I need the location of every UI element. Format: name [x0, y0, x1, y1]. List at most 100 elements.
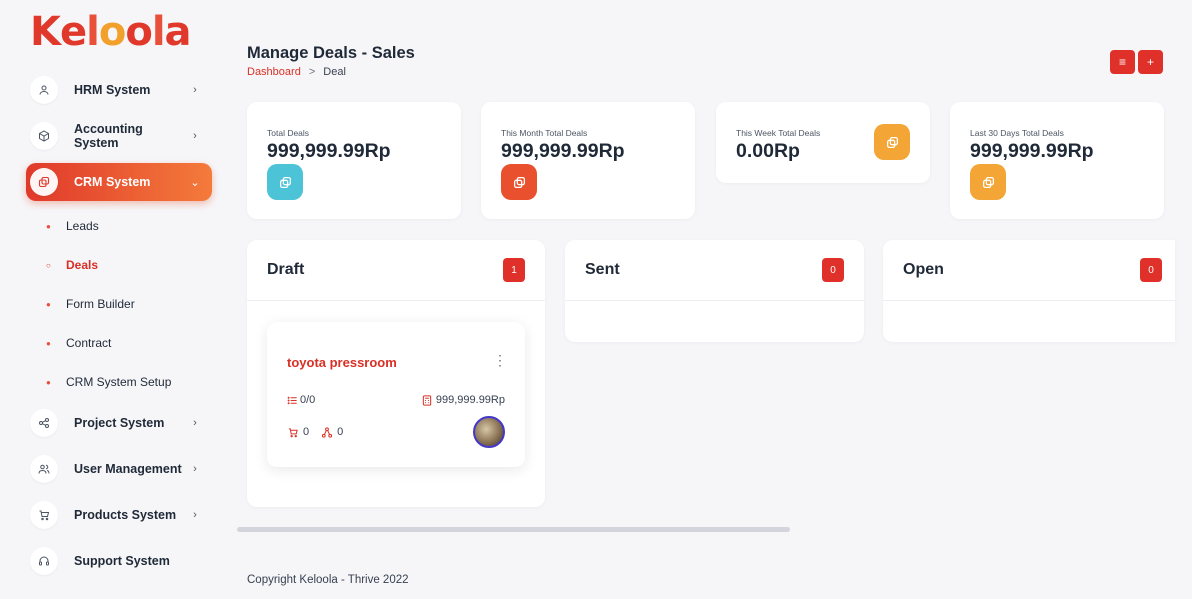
- calculator-icon: [422, 394, 432, 406]
- stage-title: Sent: [585, 261, 620, 278]
- sidebar-subitem-contract[interactable]: ● Contract: [46, 333, 111, 353]
- sidebar-item-label: Support System: [74, 554, 170, 568]
- avatar[interactable]: [473, 416, 505, 448]
- deal-name-link[interactable]: toyota pressroom: [287, 355, 397, 370]
- keloola-logo[interactable]: K e l o o l a: [30, 9, 192, 55]
- sidebar-item-label: Accounting System: [74, 122, 143, 150]
- cart-icon: [288, 427, 298, 437]
- sidebar: K e l o o l a HRM System › Accounting Sy…: [0, 0, 228, 599]
- bullet-icon: ○: [46, 260, 51, 270]
- stat-label: Total Deals: [267, 128, 310, 138]
- list-icon: [287, 396, 297, 404]
- stage-header: Open 0: [883, 240, 1175, 301]
- plus-icon: +: [1146, 55, 1154, 69]
- sidebar-item-user-management[interactable]: User Management ›: [26, 450, 212, 488]
- chevron-right-icon: ›: [193, 417, 197, 429]
- cart-icon: [30, 501, 58, 529]
- sidebar-item-products-system[interactable]: Products System ›: [26, 496, 212, 534]
- stat-card-last-30-days-total-deals: Last 30 Days Total Deals 999,999.99Rp: [950, 102, 1164, 219]
- stat-value: 999,999.99Rp: [970, 140, 1094, 162]
- chevron-right-icon: ›: [193, 463, 197, 475]
- sidebar-item-label: HRM System: [74, 83, 151, 97]
- main-content: Manage Deals - Sales Dashboard > Deal ≡ …: [228, 0, 1192, 599]
- stat-card-this-week-total-deals: This Week Total Deals 0.00Rp: [716, 102, 930, 183]
- bullet-icon: ●: [46, 377, 51, 387]
- sidebar-item-label: Products System: [74, 508, 177, 522]
- chevron-right-icon: ›: [193, 130, 197, 142]
- deal-products-count: 0: [303, 426, 310, 438]
- deal-tasks: 0/0: [287, 394, 315, 406]
- more-vertical-icon[interactable]: ⋮: [493, 352, 507, 369]
- deal-amount: 999,999.99Rp: [422, 394, 505, 406]
- logo-letter: l: [151, 9, 166, 55]
- chevron-right-icon: ›: [193, 509, 197, 521]
- sidebar-subitem-label: Form Builder: [66, 297, 135, 311]
- stage-column-sent: Sent 0: [565, 240, 864, 342]
- sidebar-subitem-label: CRM System Setup: [66, 375, 172, 389]
- sidebar-item-label: Project System: [74, 416, 165, 430]
- horizontal-scrollbar[interactable]: [237, 527, 790, 532]
- breadcrumb-current: Deal: [323, 66, 346, 78]
- user-icon: [30, 76, 58, 104]
- headphones-icon: [30, 547, 58, 575]
- page-title: Manage Deals - Sales: [247, 44, 415, 62]
- share-icon: [322, 426, 333, 438]
- logo-letter: e: [60, 9, 87, 55]
- stage-header: Sent 0: [565, 240, 864, 301]
- share-icon: [30, 409, 58, 437]
- logo-letter: K: [30, 9, 61, 55]
- sidebar-item-accounting-system[interactable]: Accounting System ›: [26, 117, 212, 155]
- bullet-icon: ●: [46, 338, 51, 348]
- sidebar-item-label: User Management: [74, 462, 182, 476]
- footer-copyright: Copyright Keloola - Thrive 2022: [247, 574, 409, 586]
- breadcrumb-link-dashboard[interactable]: Dashboard: [247, 66, 301, 78]
- stat-value: 999,999.99Rp: [267, 140, 391, 162]
- stage-count-badge: 0: [822, 258, 844, 282]
- deal-tasks-value: 0/0: [300, 394, 316, 406]
- sidebar-subitem-label: Deals: [66, 258, 99, 272]
- bullet-icon: ●: [46, 221, 51, 231]
- stage-column-draft: Draft 1 toyota pressroom ⋮ 0/0 999,999.9…: [247, 240, 545, 507]
- stat-card-this-month-total-deals: This Month Total Deals 999,999.99Rp: [481, 102, 695, 219]
- sidebar-subitem-label: Leads: [66, 219, 99, 233]
- sidebar-subitem-label: Contract: [66, 336, 112, 350]
- box-icon: [30, 122, 58, 150]
- stage-count-badge: 0: [1140, 258, 1162, 282]
- stage-title: Open: [903, 261, 944, 278]
- list-view-button[interactable]: ≡: [1110, 50, 1135, 74]
- stat-value: 0.00Rp: [736, 140, 800, 162]
- stat-card-total-deals: Total Deals 999,999.99Rp: [247, 102, 461, 219]
- sidebar-item-crm-system[interactable]: CRM System ⌄: [26, 163, 212, 201]
- sidebar-item-project-system[interactable]: Project System ›: [26, 404, 212, 442]
- sidebar-item-support-system[interactable]: Support System: [26, 542, 212, 580]
- deal-card[interactable]: toyota pressroom ⋮ 0/0 999,999.99Rp 0 0: [267, 322, 525, 467]
- sidebar-item-hrm-system[interactable]: HRM System ›: [26, 71, 212, 109]
- stat-label: This Month Total Deals: [501, 128, 588, 138]
- layers-icon: [30, 168, 58, 196]
- deal-amount-value: 999,999.99Rp: [435, 394, 505, 406]
- layers-icon: [874, 124, 910, 160]
- logo-letter: o: [98, 9, 127, 55]
- list-icon: ≡: [1118, 55, 1126, 69]
- stage-header: Draft 1: [247, 240, 545, 301]
- sidebar-subitem-deals[interactable]: ○ Deals: [46, 255, 98, 275]
- layers-icon: [267, 164, 303, 200]
- stat-label: This Week Total Deals: [736, 128, 821, 138]
- layers-icon: [501, 164, 537, 200]
- sidebar-item-label: CRM System: [74, 175, 151, 189]
- layers-icon: [970, 164, 1006, 200]
- stage-count-badge: 1: [503, 258, 525, 282]
- sidebar-subitem-form-builder[interactable]: ● Form Builder: [46, 294, 135, 314]
- bullet-icon: ●: [46, 299, 51, 309]
- chevron-down-icon: ⌄: [190, 176, 200, 189]
- deal-meta: 0 0: [287, 426, 343, 438]
- logo-letter: a: [164, 9, 192, 55]
- users-icon: [30, 455, 58, 483]
- logo-letter: l: [86, 9, 100, 55]
- stage-column-open: Open 0: [883, 240, 1175, 342]
- add-deal-button[interactable]: +: [1138, 50, 1163, 74]
- breadcrumb-separator: >: [308, 66, 316, 78]
- sidebar-subitem-leads[interactable]: ● Leads: [46, 216, 99, 236]
- sidebar-subitem-crm-system-setup[interactable]: ● CRM System Setup: [46, 372, 171, 392]
- stat-label: Last 30 Days Total Deals: [970, 128, 1064, 138]
